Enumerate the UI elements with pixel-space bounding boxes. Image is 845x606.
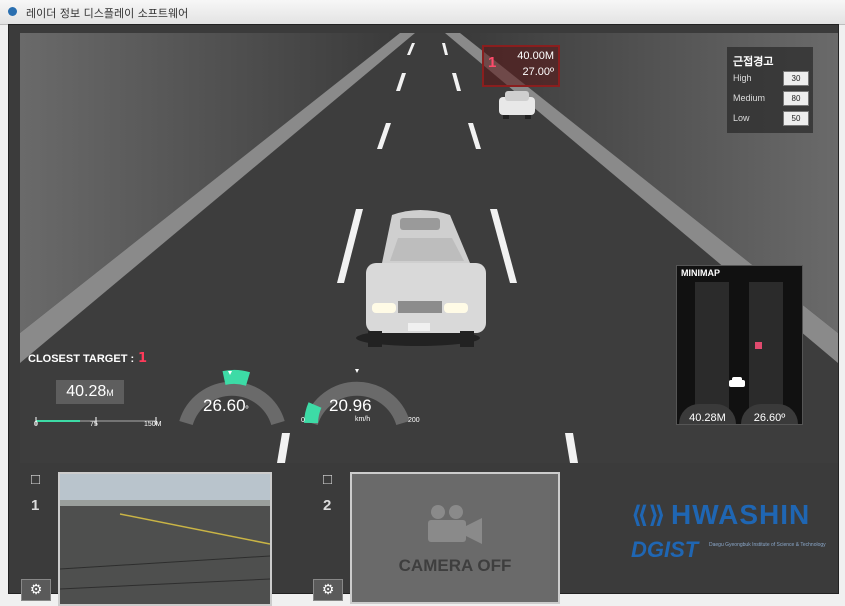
warning-label: High: [733, 73, 752, 83]
minimap-title: MINIMAP: [681, 268, 720, 278]
warning-row-low: Low 50: [733, 111, 811, 127]
closest-target-id: 1: [138, 351, 148, 366]
minimap-distance: 40.28M: [679, 404, 736, 424]
road-view: 1 40.00M 27.00º 근접경고 High 30 Medium 80 L…: [20, 33, 838, 463]
target-angle: 27.00º: [522, 66, 554, 78]
minimap-angle: 26.60º: [741, 404, 798, 424]
camera-2-settings-button[interactable]: ⚙: [313, 579, 343, 601]
camera-1-number: 1: [31, 497, 40, 514]
proximity-warning-panel: 근접경고 High 30 Medium 80 Low 50: [727, 47, 813, 133]
title-bar: 레이더 정보 디스플레이 소프트웨어: [0, 0, 845, 25]
scale-tick: 150M: [144, 421, 162, 428]
warning-high-input[interactable]: 30: [783, 71, 809, 86]
warning-label: Medium: [733, 93, 766, 103]
target-id: 1: [488, 54, 497, 71]
scale-tick: 75: [90, 421, 98, 428]
warning-medium-input[interactable]: 80: [783, 91, 809, 106]
warning-row-high: High 30: [733, 71, 811, 87]
hwashin-mark-icon: ⟪⟫: [631, 501, 666, 529]
minimap: MINIMAP 40.28M 26.60º: [676, 265, 803, 425]
camera-off-label: CAMERA OFF: [398, 556, 512, 575]
hwashin-logo: HWASHIN: [671, 499, 811, 530]
scale-tick: 0: [34, 421, 38, 428]
target-marker[interactable]: 1 40.00M 27.00º: [482, 45, 560, 87]
closest-distance-value: 40.28: [66, 383, 107, 400]
camera-panel: □ 1 ⚙ □ 2 CAMERA OFF ⚙ HWASHIN ⟪⟫ DGIST …: [9, 465, 838, 606]
camera-1-checkbox[interactable]: □: [31, 471, 40, 488]
speed-value: 20.96: [329, 396, 372, 415]
window-title: 레이더 정보 디스플레이 소프트웨어: [26, 7, 189, 20]
minimap-lane: [695, 282, 729, 424]
app-icon: [8, 7, 17, 16]
camera-2-number: 2: [323, 497, 332, 514]
target-distance: 40.00M: [517, 50, 554, 62]
speed-max: 200: [408, 417, 420, 424]
camera-1-feed: [58, 472, 272, 606]
camera-1-image: [60, 474, 270, 604]
minimap-target-marker: [755, 342, 762, 349]
camera-1-settings-button[interactable]: ⚙: [21, 579, 51, 601]
closest-target-label: CLOSEST TARGET :: [28, 353, 135, 365]
angle-gauge-value: 26.60º: [203, 396, 248, 416]
minimap-lane: [749, 282, 783, 424]
main-frame: 1 40.00M 27.00º 근접경고 High 30 Medium 80 L…: [8, 24, 839, 606]
video-camera-icon: [428, 505, 482, 544]
camera-2-feed: CAMERA OFF: [350, 472, 560, 604]
speed-gauge-value: 20.96: [329, 396, 372, 416]
camera-2-checkbox[interactable]: □: [323, 471, 332, 488]
angle-value: 26.60: [203, 396, 246, 415]
speed-min: 0: [301, 417, 305, 424]
angle-unit: º: [245, 404, 249, 413]
warning-label: Low: [733, 113, 750, 123]
dgist-subtitle: Daegu Gyeongbuk Institute of Science & T…: [709, 542, 826, 548]
speed-unit: km/h: [355, 416, 371, 423]
warning-row-medium: Medium 80: [733, 91, 811, 107]
warning-title: 근접경고: [733, 55, 774, 68]
closest-distance-unit: M: [106, 388, 114, 398]
warning-low-input[interactable]: 50: [783, 111, 809, 126]
closest-distance: 40.28M: [56, 380, 124, 404]
dgist-logo: DGIST: [631, 537, 699, 562]
minimap-car-icon: [729, 377, 745, 387]
